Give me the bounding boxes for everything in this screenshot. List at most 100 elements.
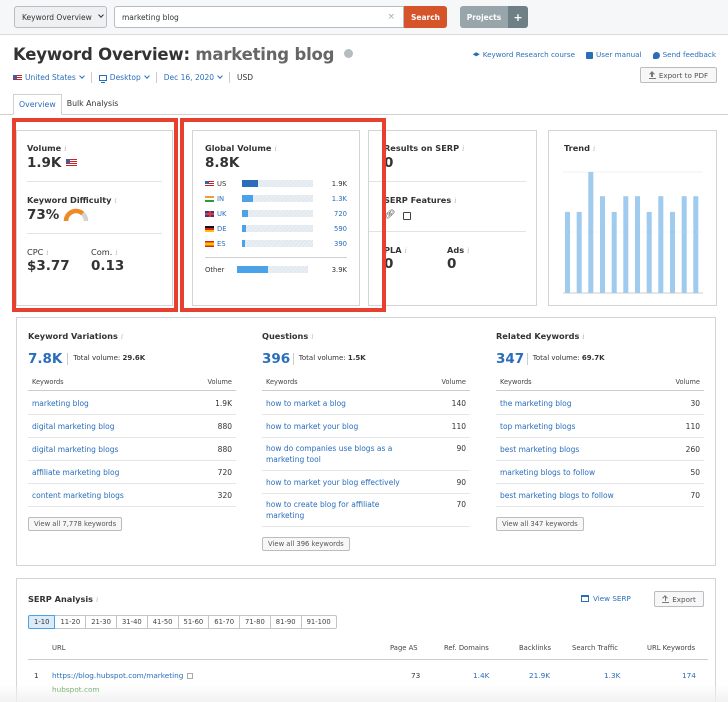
country-code[interactable]: ES [217, 240, 237, 248]
info-icon[interactable]: i [405, 247, 407, 255]
keyword-volume: 110 [685, 422, 700, 431]
add-to-list-icon[interactable] [343, 49, 353, 58]
date-filter[interactable]: Dec 16, 2020 [164, 73, 223, 82]
keyword-link[interactable]: best marketing blogs [500, 444, 650, 455]
serp-url-link[interactable]: https://blog.hubspot.com/marketing [52, 671, 194, 680]
keyword-link[interactable]: how to create blog for affiliate marketi… [266, 499, 416, 521]
ads-label: Ads i [447, 245, 470, 255]
keyword-link[interactable]: best marketing blogs to follow [500, 490, 650, 501]
info-icon[interactable]: i [115, 249, 117, 257]
page-button-41-50[interactable]: 41-50 [147, 615, 179, 629]
column-header-url-keywords[interactable]: URL Keywords [647, 644, 695, 652]
keyword-research-course-link[interactable]: Keyword Research course [472, 50, 575, 59]
column-header-ref-domains[interactable]: Ref. Domains [444, 644, 489, 652]
keyword-variations-count[interactable]: 7.8K [28, 351, 62, 367]
tab-overview[interactable]: Overview [13, 94, 62, 115]
column-header-url[interactable]: URL [52, 644, 65, 652]
view-all-keywords-button[interactable]: View all 396 keywords [262, 537, 350, 551]
keyword-link[interactable]: how to market a blog [266, 398, 416, 409]
country-code[interactable]: DE [217, 225, 237, 233]
info-icon[interactable]: i [64, 145, 66, 153]
info-icon[interactable]: i [274, 145, 276, 153]
trend-bar[interactable] [646, 211, 652, 293]
send-feedback-link[interactable]: Send feedback [652, 50, 716, 59]
column-header-page-as[interactable]: Page AS [390, 644, 418, 652]
country-filter[interactable]: United States [13, 73, 85, 82]
add-project-button[interactable]: + [508, 6, 528, 28]
search-button[interactable]: Search [404, 6, 447, 28]
keyword-link[interactable]: top marketing blogs [500, 421, 650, 432]
page-button-31-40[interactable]: 31-40 [116, 615, 148, 629]
keyword-link[interactable]: how to market your blog effectively [266, 477, 416, 488]
page-button-11-20[interactable]: 11-20 [55, 615, 87, 629]
keyword-link[interactable]: content marketing blogs [32, 490, 182, 501]
page-button-1-10[interactable]: 1-10 [28, 615, 56, 629]
info-icon[interactable]: i [467, 247, 469, 255]
related-keywords-count[interactable]: 347 [496, 351, 524, 367]
info-icon[interactable]: i [96, 596, 98, 604]
info-icon[interactable]: i [593, 145, 595, 153]
page-button-91-100[interactable]: 91-100 [301, 615, 337, 629]
keyword-link[interactable]: how do companies use blogs as a marketin… [266, 443, 416, 465]
page-button-81-90[interactable]: 81-90 [270, 615, 302, 629]
trend-bar[interactable] [588, 172, 594, 293]
keyword-link[interactable]: how to market your blog [266, 421, 416, 432]
view-serp-link[interactable]: View SERP [581, 594, 631, 603]
serp-search-traffic[interactable]: 1.3K [604, 671, 620, 680]
country-code[interactable]: UK [217, 210, 237, 218]
page-button-71-80[interactable]: 71-80 [240, 615, 271, 629]
info-icon[interactable]: i [115, 197, 117, 205]
serp-url-keywords[interactable]: 174 [682, 671, 696, 680]
view-all-keywords-button[interactable]: View all 7,778 keywords [28, 517, 123, 531]
tab-bulk-analysis[interactable]: Bulk Analysis [62, 94, 124, 115]
info-icon[interactable]: i [582, 333, 584, 341]
serp-ref-domains[interactable]: 1.4K [473, 671, 489, 680]
trend-bar[interactable] [681, 196, 687, 293]
user-manual-link[interactable]: User manual [586, 50, 642, 59]
trend-bar[interactable] [693, 196, 699, 293]
device-filter[interactable]: Desktop [98, 73, 150, 83]
serp-url[interactable]: https://blog.hubspot.com/marketing [52, 671, 183, 680]
column-header-backlinks[interactable]: Backlinks [519, 644, 551, 652]
page-button-61-70[interactable]: 61-70 [209, 615, 241, 629]
country-volume-value[interactable]: 1.3K [332, 195, 347, 203]
page-button-51-60[interactable]: 51-60 [178, 615, 210, 629]
clear-icon[interactable]: × [387, 12, 395, 22]
info-icon[interactable]: i [454, 197, 456, 205]
page-button-21-30[interactable]: 21-30 [86, 615, 117, 629]
country-volume-value[interactable]: 590 [334, 225, 347, 233]
trend-bar[interactable] [658, 196, 664, 293]
trend-bar[interactable] [623, 196, 629, 293]
export-button[interactable]: Export [654, 591, 704, 607]
country-volume-value[interactable]: 390 [334, 240, 347, 248]
keyword-link[interactable]: digital marketing blogs [32, 444, 182, 455]
keyword-link[interactable]: marketing blogs to follow [500, 467, 650, 478]
info-icon[interactable]: i [46, 249, 48, 257]
trend-bar[interactable] [565, 211, 570, 293]
knowledge-panel-icon[interactable] [403, 212, 412, 220]
column-header-search-traffic[interactable]: Search Traffic [572, 644, 618, 652]
trend-bar[interactable] [635, 196, 640, 293]
country-volume-value[interactable]: 720 [334, 210, 347, 218]
keyword-link[interactable]: marketing blog [32, 398, 182, 409]
trend-bar[interactable] [611, 211, 617, 293]
external-link-icon[interactable] [187, 673, 194, 679]
info-icon[interactable]: i [121, 333, 123, 341]
questions-count[interactable]: 396 [262, 351, 290, 367]
serp-backlinks[interactable]: 21.9K [529, 671, 550, 680]
trend-bar[interactable] [670, 211, 675, 293]
trend-bar[interactable] [600, 196, 605, 293]
keyword-link[interactable]: affiliate marketing blog [32, 467, 182, 478]
tool-select-dropdown[interactable]: Keyword Overview [14, 6, 107, 28]
view-all-keywords-button[interactable]: View all 347 keywords [496, 517, 584, 531]
trend-bar[interactable] [576, 211, 582, 293]
keyword-link[interactable]: the marketing blog [500, 398, 650, 409]
keyword-search-input[interactable]: marketing blog × [114, 6, 404, 28]
country-code[interactable]: IN [217, 195, 237, 203]
info-icon[interactable]: i [311, 333, 313, 341]
info-icon[interactable]: i [462, 145, 464, 153]
link-icon[interactable]: 🔗︎ [384, 210, 395, 220]
projects-button[interactable]: Projects [460, 6, 508, 28]
export-to-pdf-button[interactable]: Export to PDF [640, 67, 717, 83]
keyword-link[interactable]: digital marketing blog [32, 421, 182, 432]
